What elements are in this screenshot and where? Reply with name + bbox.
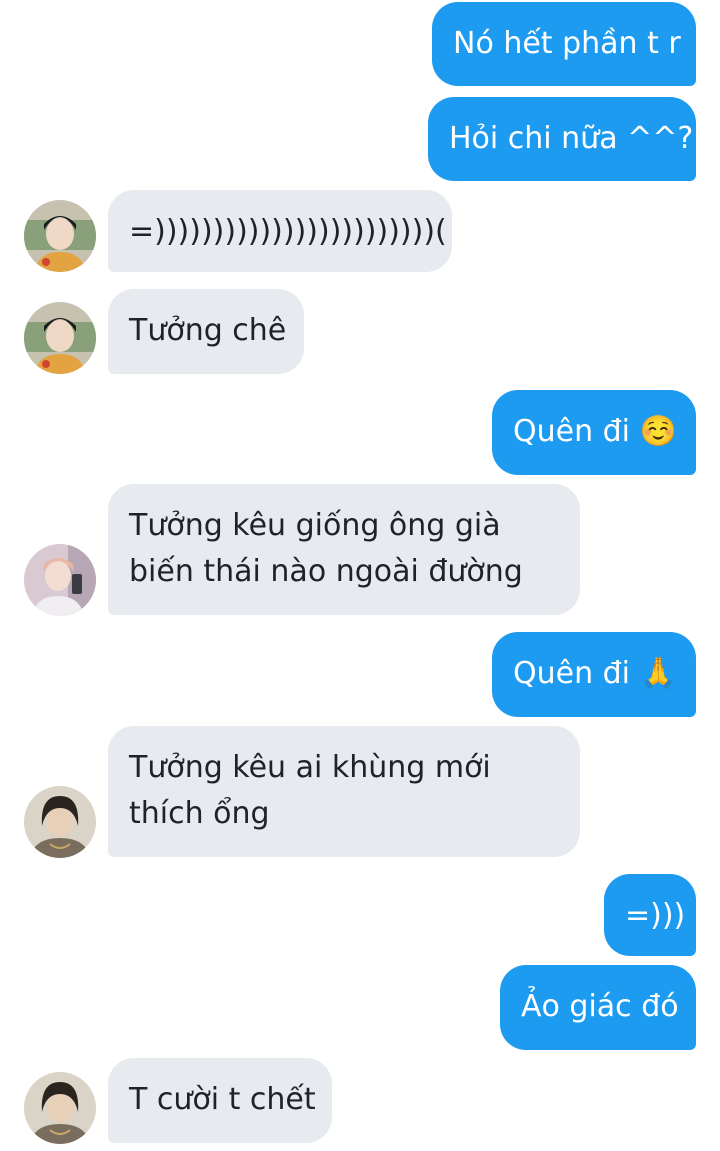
outgoing-message[interactable]: Ảo giác đó [500, 965, 696, 1050]
avatar-photo-3 [24, 786, 96, 858]
avatar-photo-1 [24, 200, 96, 272]
outgoing-message[interactable]: =))) [604, 874, 696, 956]
avatar[interactable] [24, 786, 96, 858]
outgoing-message[interactable]: Quên đi ☺️ [492, 390, 696, 475]
avatar-photo-1 [24, 302, 96, 374]
outgoing-message[interactable]: Nó hết phần t r [432, 2, 696, 86]
incoming-message[interactable]: Tưởng kêu ai khùng mới thích ổng [108, 726, 580, 857]
avatar[interactable] [24, 200, 96, 272]
avatar[interactable] [24, 1072, 96, 1144]
incoming-message[interactable]: Tưởng kêu giống ông già biến thái nào ng… [108, 484, 580, 615]
outgoing-message[interactable]: Quên đi 🙏 [492, 632, 696, 717]
avatar-photo-2 [24, 544, 96, 616]
message-line: Tưởng kêu giống ông già [129, 508, 501, 543]
message-line: Tưởng kêu ai khùng mới [129, 750, 491, 785]
incoming-message[interactable]: T cười t chết [108, 1058, 332, 1143]
avatar[interactable] [24, 302, 96, 374]
incoming-message[interactable]: Tưởng chê [108, 289, 304, 374]
incoming-message[interactable]: =))))))))))))))))))))))))( [108, 190, 452, 272]
chat-thread: Nó hết phần t r Hỏi chi nữa ^^? =)))))))… [0, 0, 720, 1151]
avatar[interactable] [24, 544, 96, 616]
message-line: biến thái nào ngoài đường [129, 554, 523, 589]
avatar-photo-3 [24, 1072, 96, 1144]
message-line: thích ổng [129, 796, 270, 831]
outgoing-message[interactable]: Hỏi chi nữa ^^? [428, 97, 696, 181]
